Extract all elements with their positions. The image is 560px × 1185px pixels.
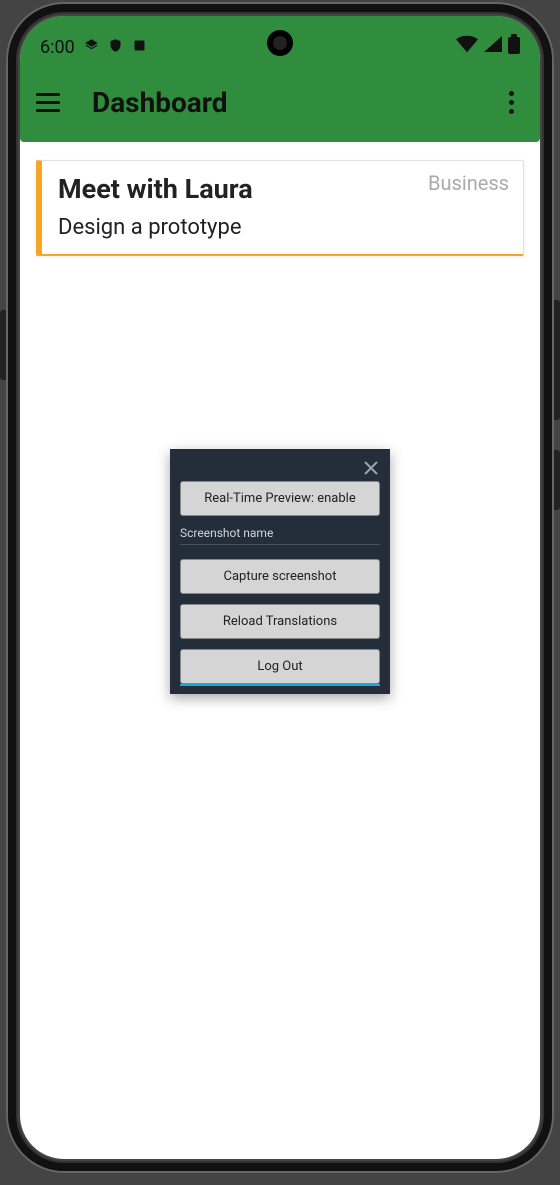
signal-icon xyxy=(484,36,502,56)
battery-icon xyxy=(508,34,520,58)
app-bar: Dashboard xyxy=(20,62,540,142)
more-button[interactable] xyxy=(496,87,526,117)
camera-notch xyxy=(267,30,293,56)
task-card[interactable]: Business Meet with Laura Design a protot… xyxy=(36,160,524,256)
status-time: 6:00 xyxy=(40,37,75,58)
shield-icon xyxy=(108,37,123,58)
wifi-icon xyxy=(456,35,478,57)
logout-button[interactable]: Log Out xyxy=(180,649,380,684)
capture-screenshot-button[interactable]: Capture screenshot xyxy=(180,559,380,594)
home-indicator[interactable] xyxy=(195,1144,365,1149)
close-icon xyxy=(362,459,380,477)
panel-accent xyxy=(180,684,380,686)
task-subtitle: Design a prototype xyxy=(58,215,507,240)
layers-icon xyxy=(84,37,99,58)
debug-panel: Real-Time Preview: enable Screenshot nam… xyxy=(170,449,390,694)
page-title: Dashboard xyxy=(92,86,228,119)
reload-translations-button[interactable]: Reload Translations xyxy=(180,604,380,639)
preview-toggle-button[interactable]: Real-Time Preview: enable xyxy=(180,481,380,516)
content-area: Business Meet with Laura Design a protot… xyxy=(20,142,540,274)
task-category: Business xyxy=(428,171,509,195)
divider xyxy=(180,544,380,545)
screenshot-name-label: Screenshot name xyxy=(180,526,380,540)
close-button[interactable] xyxy=(180,459,380,481)
menu-icon[interactable] xyxy=(36,87,66,117)
square-icon xyxy=(132,37,147,58)
